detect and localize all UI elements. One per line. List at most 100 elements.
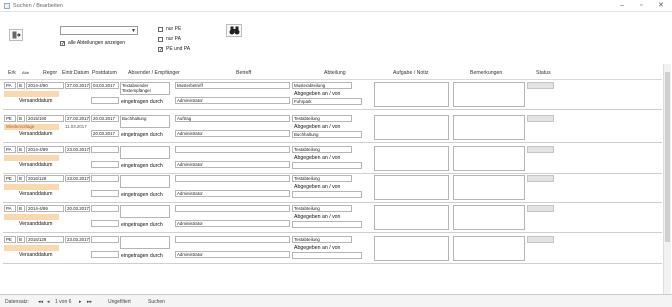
- minimize-button[interactable]: –: [620, 2, 624, 10]
- regnr-field[interactable]: 2016/128: [26, 236, 64, 243]
- erk-field[interactable]: PE: [4, 236, 16, 243]
- filter-pa[interactable]: nur PA: [158, 36, 181, 42]
- erk-field[interactable]: PA: [4, 146, 16, 153]
- first-record-button[interactable]: ◂◂: [38, 299, 43, 305]
- erk-field[interactable]: PE: [4, 115, 16, 122]
- chevron-down-icon[interactable]: ▼: [131, 28, 136, 34]
- next-record-button[interactable]: ▸: [79, 299, 82, 305]
- filter-pe-pa[interactable]: ✓ PE und PA: [158, 46, 190, 52]
- regnr-field[interactable]: 2014-4/99: [26, 205, 64, 212]
- abb-field[interactable]: B: [17, 146, 25, 153]
- bemerkungen-field[interactable]: [453, 115, 525, 140]
- post-date-field[interactable]: 20.03.2017: [91, 115, 119, 122]
- erk-field[interactable]: PE: [4, 175, 16, 182]
- abgegeben-field[interactable]: [292, 162, 362, 169]
- eingetragen-field[interactable]: Administrator: [175, 130, 290, 137]
- abgegeben-field[interactable]: [292, 221, 362, 228]
- post-date-field[interactable]: [91, 146, 119, 153]
- aufgabe-field[interactable]: [374, 236, 449, 261]
- regnr-field[interactable]: 2015/190: [26, 115, 64, 122]
- betreff-field[interactable]: Musterbetreff: [175, 82, 290, 89]
- eintr-date-field[interactable]: 27.03.2017: [65, 82, 90, 89]
- abteilung-field[interactable]: Testabteilung: [292, 205, 352, 212]
- aufgabe-field[interactable]: [374, 205, 449, 230]
- department-combo[interactable]: ▼: [60, 26, 138, 35]
- status-field[interactable]: [527, 82, 554, 89]
- filter-pa-box[interactable]: [158, 36, 163, 42]
- betreff-field[interactable]: Auftrag: [175, 115, 290, 122]
- show-all-checkbox[interactable]: ✓ alle Abteilungen anzeigen: [60, 40, 125, 46]
- betreff-field[interactable]: [175, 205, 290, 212]
- absender-field[interactable]: [120, 236, 170, 249]
- filter-pe-pa-box[interactable]: ✓: [158, 46, 163, 52]
- eingetragen-field[interactable]: Administrator: [175, 220, 290, 227]
- filter-pe-box[interactable]: [158, 26, 163, 32]
- regnr-field[interactable]: 2014-4/99: [26, 146, 64, 153]
- record-position[interactable]: 1 von 6: [55, 299, 71, 305]
- erk-field[interactable]: PA: [4, 205, 16, 212]
- bemerkungen-field[interactable]: [453, 236, 525, 261]
- binoculars-icon[interactable]: [226, 24, 242, 37]
- absender-field[interactable]: [120, 146, 170, 159]
- status-field[interactable]: [527, 205, 554, 212]
- versand-date-field[interactable]: [91, 190, 119, 197]
- eingetragen-field[interactable]: Administrator: [175, 190, 290, 197]
- filter-status[interactable]: Ungefiltert: [108, 299, 131, 305]
- abgegeben-field[interactable]: [292, 191, 362, 198]
- absender-field[interactable]: [120, 205, 170, 218]
- abb-field[interactable]: B: [17, 175, 25, 182]
- aufgabe-field[interactable]: [374, 146, 449, 171]
- bemerkungen-field[interactable]: [453, 175, 525, 200]
- absender-field[interactable]: Textabsender Textempfänger: [120, 82, 170, 95]
- versand-date-field[interactable]: [91, 161, 119, 168]
- bemerkungen-field[interactable]: [453, 146, 525, 171]
- eintr-date-field[interactable]: 23.03.2017: [65, 236, 90, 243]
- versand-date-field[interactable]: 20.03.2017: [91, 130, 119, 137]
- aufgabe-field[interactable]: [374, 82, 449, 107]
- last-record-button[interactable]: ▸▸: [87, 299, 92, 305]
- erk-field[interactable]: PA: [4, 82, 16, 89]
- scroll-thumb[interactable]: [665, 72, 670, 242]
- abb-field[interactable]: B: [17, 205, 25, 212]
- search-box[interactable]: Suchen: [148, 299, 165, 305]
- eintr-date-field[interactable]: 20.03.2017: [65, 205, 90, 212]
- filter-pe[interactable]: nur PE: [158, 26, 181, 32]
- abteilung-field[interactable]: Testabteilung: [292, 175, 352, 182]
- betreff-field[interactable]: [175, 146, 290, 153]
- abb-field[interactable]: B: [17, 82, 25, 89]
- abgegeben-field[interactable]: Buchhaltung: [292, 131, 362, 138]
- abteilung-field[interactable]: Testabteilung: [292, 146, 352, 153]
- bemerkungen-field[interactable]: [453, 82, 525, 107]
- eintr-date-field[interactable]: 23.03.2017: [65, 146, 90, 153]
- abb-field[interactable]: B: [17, 115, 25, 122]
- post-date-field[interactable]: [91, 175, 119, 182]
- status-field[interactable]: [527, 146, 554, 153]
- bemerkungen-field[interactable]: [453, 205, 525, 230]
- abgegeben-field[interactable]: Fuhrpark: [292, 98, 362, 105]
- regnr-field[interactable]: 2016/128: [26, 175, 64, 182]
- eintr-date-field[interactable]: 27.03.2017: [65, 115, 90, 122]
- regnr-field[interactable]: 2014-4/90: [26, 82, 64, 89]
- exit-icon[interactable]: [9, 29, 23, 41]
- eingetragen-field[interactable]: Administrator: [175, 251, 290, 258]
- status-field[interactable]: [527, 115, 554, 122]
- abteilung-field[interactable]: Testabteilung: [292, 115, 352, 122]
- versand-date-field[interactable]: [91, 97, 119, 104]
- absender-field[interactable]: [120, 175, 170, 188]
- post-date-field[interactable]: [91, 236, 119, 243]
- betreff-field[interactable]: [175, 175, 290, 182]
- eingetragen-field[interactable]: Administrator: [175, 97, 290, 104]
- abteilung-field[interactable]: Testabteilung: [292, 236, 352, 243]
- status-field[interactable]: [527, 236, 554, 243]
- aufgabe-field[interactable]: [374, 115, 449, 140]
- absender-field[interactable]: Buchhaltung: [120, 115, 170, 128]
- abgegeben-field[interactable]: [292, 252, 362, 259]
- prev-record-button[interactable]: ◂: [47, 299, 50, 305]
- post-date-field[interactable]: [91, 205, 119, 212]
- abteilung-field[interactable]: Musterabteilung: [292, 82, 352, 89]
- versand-date-field[interactable]: [91, 220, 119, 227]
- eingetragen-field[interactable]: Administrator: [175, 161, 290, 168]
- betreff-field[interactable]: [175, 236, 290, 243]
- abb-field[interactable]: B: [17, 236, 25, 243]
- close-button[interactable]: ✕: [658, 2, 664, 10]
